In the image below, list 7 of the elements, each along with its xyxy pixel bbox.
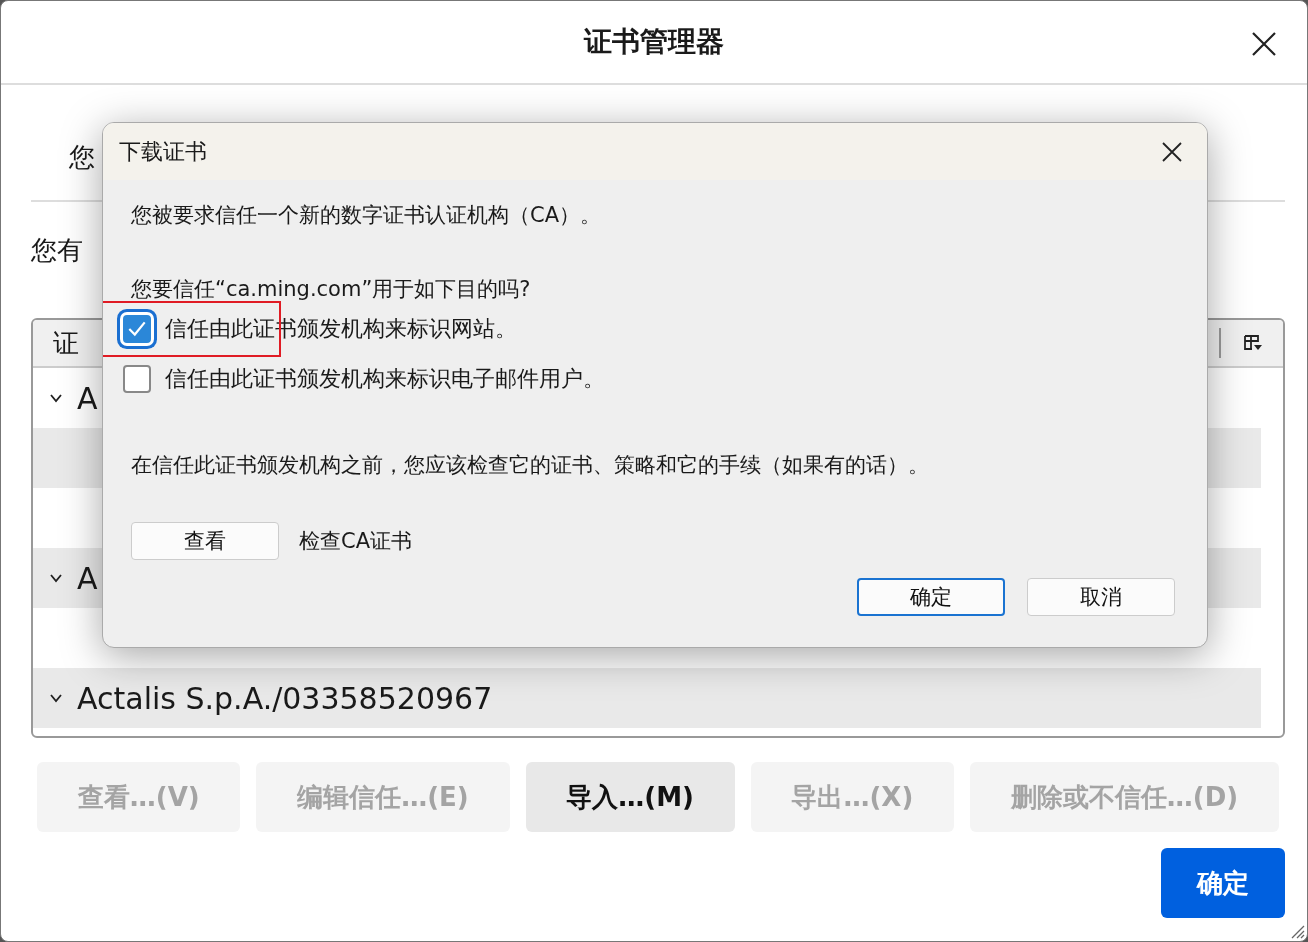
view-label: 检查CA证书 — [299, 528, 413, 555]
window-title: 证书管理器 — [584, 24, 724, 60]
question-text: 您要信任“ca.ming.com”用于如下目的吗? — [131, 276, 532, 303]
dialog-title: 下载证书 — [119, 137, 207, 166]
message-text: 您被要求信任一个新的数字证书认证机构（CA）。 — [131, 202, 603, 229]
advice-text: 在信任此证书颁发机构之前，您应该检查它的证书、策略和它的手续（如果有的话）。 — [131, 452, 930, 479]
description-text: 您有 — [31, 234, 84, 267]
